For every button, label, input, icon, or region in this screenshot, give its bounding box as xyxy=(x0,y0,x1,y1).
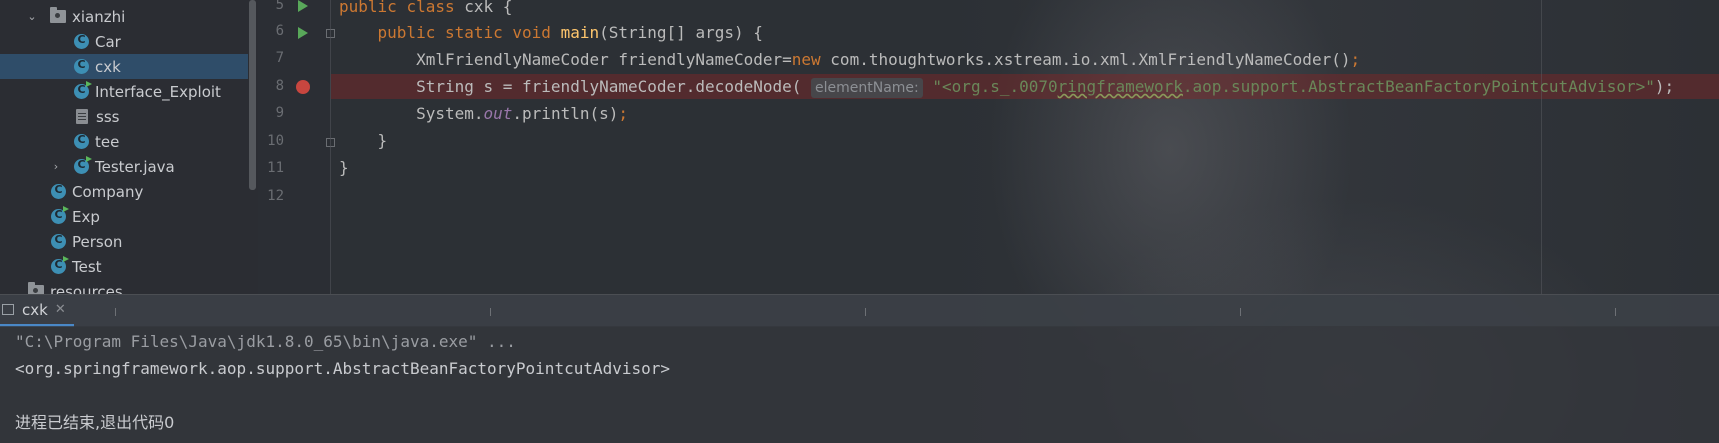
code-line-6: public static void main(String[] args) { xyxy=(377,23,763,42)
right-margin-guide xyxy=(1541,0,1542,294)
tree-item-label: Test xyxy=(72,257,102,276)
line-number: 10 xyxy=(267,133,284,149)
folder-icon xyxy=(28,282,44,294)
tree-item-label: Tester.java xyxy=(95,157,175,176)
editor-gutter: 5 6 7 8 9 10 11 12 xyxy=(258,0,335,294)
executable-class-icon xyxy=(74,156,92,174)
line-number: 12 xyxy=(267,188,284,204)
toolbar-divider xyxy=(1240,308,1241,316)
toolbar-divider xyxy=(490,308,491,316)
executable-class-icon xyxy=(51,256,69,274)
run-tab-label: cxk xyxy=(22,300,48,319)
code-line-10: } xyxy=(377,131,388,150)
tree-item-xianzhi[interactable]: ⌄ xianzhi xyxy=(0,4,248,29)
tree-item-label: Interface_Exploit xyxy=(95,82,221,101)
text-file-icon xyxy=(76,109,88,124)
executable-class-icon xyxy=(51,206,69,224)
run-icon[interactable] xyxy=(298,27,308,39)
project-tree: ⌄ xianzhi Car cxk Interface_Exploit sss … xyxy=(0,0,258,294)
console-command-line: "C:\Program Files\Java\jdk1.8.0_65\bin\j… xyxy=(15,332,516,351)
tree-item-company[interactable]: Company xyxy=(0,179,248,204)
tree-item-car[interactable]: Car xyxy=(0,29,248,54)
run-tab-cxk[interactable]: cxk ✕ xyxy=(0,295,74,327)
chevron-right-icon[interactable]: › xyxy=(50,160,62,173)
tree-item-tee[interactable]: tee xyxy=(0,129,248,154)
package-folder-icon xyxy=(50,7,66,23)
console-icon xyxy=(2,304,14,315)
tree-item-label: Exp xyxy=(72,207,100,226)
class-icon xyxy=(74,133,89,149)
class-icon xyxy=(51,183,66,199)
breakpoint-icon[interactable] xyxy=(296,80,310,94)
class-icon xyxy=(51,233,66,249)
tree-item-label: tee xyxy=(95,132,120,151)
tree-item-test[interactable]: Test xyxy=(0,254,248,279)
run-icon[interactable] xyxy=(298,0,308,12)
line-number: 7 xyxy=(275,50,284,66)
tree-scrollbar[interactable] xyxy=(249,0,256,190)
line-number: 11 xyxy=(267,160,284,176)
tree-item-label: cxk xyxy=(95,57,121,76)
line-number: 9 xyxy=(275,105,284,121)
run-tool-window-header: cxk ✕ xyxy=(0,294,1719,327)
tree-item-label: Person xyxy=(72,232,123,251)
tree-item-label: Car xyxy=(95,32,121,51)
tree-item-resources[interactable]: resources xyxy=(0,279,248,294)
tree-item-interface-exploit[interactable]: Interface_Exploit xyxy=(0,79,248,104)
chevron-down-icon[interactable]: ⌄ xyxy=(26,10,38,23)
toolbar-divider xyxy=(865,308,866,316)
tree-item-cxk[interactable]: cxk xyxy=(0,54,248,79)
code-line-11: } xyxy=(339,158,349,177)
tree-item-label: resources xyxy=(50,282,123,295)
toolbar-divider xyxy=(115,308,116,316)
tree-item-sss[interactable]: sss xyxy=(0,104,248,129)
close-icon[interactable]: ✕ xyxy=(55,302,66,317)
parameter-hint: elementName: xyxy=(811,78,923,98)
code-line-5: public class cxk { xyxy=(339,0,513,16)
tree-item-tester-java[interactable]: › Tester.java xyxy=(0,154,248,179)
tree-item-label: sss xyxy=(96,107,120,126)
class-icon xyxy=(74,33,89,49)
class-icon xyxy=(74,58,89,74)
tree-item-exp[interactable]: Exp xyxy=(0,204,248,229)
console-output-line: <org.springframework.aop.support.Abstrac… xyxy=(15,359,671,378)
tree-item-label: Company xyxy=(72,182,144,201)
line-number: 5 xyxy=(275,0,284,13)
code-line-9: System.out.println(s); xyxy=(416,104,629,123)
code-editor[interactable]: public class cxk { public static void ma… xyxy=(331,0,1719,294)
tree-item-person[interactable]: Person xyxy=(0,229,248,254)
toolbar-divider xyxy=(1615,308,1616,316)
executable-class-icon xyxy=(74,81,92,99)
console-output[interactable]: "C:\Program Files\Java\jdk1.8.0_65\bin\j… xyxy=(0,326,1719,443)
line-number: 8 xyxy=(275,78,284,94)
tree-item-label: xianzhi xyxy=(72,7,126,26)
code-line-8: String s = friendlyNameCoder.decodeNode(… xyxy=(416,77,1675,98)
typo-highlight: ringframework xyxy=(1057,77,1183,96)
code-line-7: XmlFriendlyNameCoder friendlyNameCoder=n… xyxy=(416,50,1361,69)
line-number: 6 xyxy=(275,23,284,39)
console-exit-line: 进程已结束,退出代码0 xyxy=(15,413,175,432)
